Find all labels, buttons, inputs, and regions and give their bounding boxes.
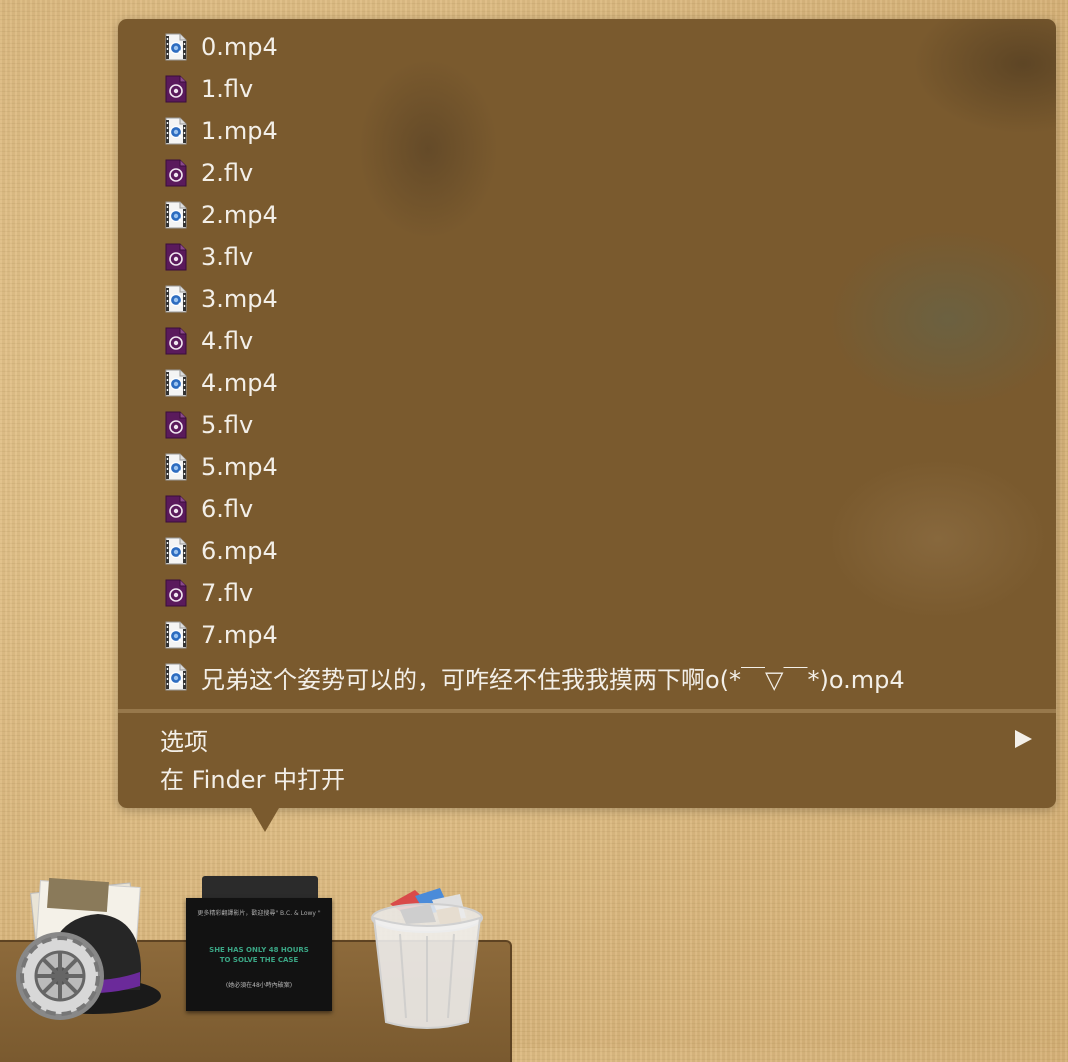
file-item[interactable]: 2.flv xyxy=(164,153,253,193)
file-item[interactable]: 5.flv xyxy=(164,405,253,445)
file-name: 7.flv xyxy=(201,579,254,607)
trash-full-icon[interactable] xyxy=(370,882,485,1030)
quicktime-movie-icon xyxy=(164,33,188,61)
file-item[interactable]: 3.flv xyxy=(164,237,253,277)
file-item[interactable]: 7.flv xyxy=(164,573,253,613)
file-item[interactable]: 7.mp4 xyxy=(164,615,278,655)
file-name: 2.flv xyxy=(201,159,254,187)
file-name: 6.mp4 xyxy=(201,537,278,565)
open-in-finder-menu-item[interactable]: 在 Finder 中打开 xyxy=(160,762,345,798)
file-name: 4.flv xyxy=(201,327,254,355)
quicktime-movie-icon xyxy=(164,663,188,691)
file-name: 0.mp4 xyxy=(201,33,278,61)
poster-text-4: (她必須在48小時內破案) xyxy=(225,982,293,989)
file-item[interactable]: 6.mp4 xyxy=(164,531,278,571)
file-name: 1.mp4 xyxy=(201,117,278,145)
file-name: 7.mp4 xyxy=(201,621,278,649)
open-in-finder-label: 在 Finder 中打开 xyxy=(160,766,346,794)
file-name: 3.flv xyxy=(201,243,254,271)
flv-video-icon xyxy=(164,75,188,103)
flv-video-icon xyxy=(164,159,188,187)
flv-video-icon xyxy=(164,243,188,271)
file-item[interactable]: 2.mp4 xyxy=(164,195,278,235)
file-name: 6.flv xyxy=(201,495,254,523)
file-name: 5.flv xyxy=(201,411,254,439)
file-name: 5.mp4 xyxy=(201,453,278,481)
quicktime-movie-icon xyxy=(164,285,188,313)
file-item[interactable]: 4.flv xyxy=(164,321,253,361)
file-name: 1.flv xyxy=(201,75,254,103)
file-item[interactable]: 兄弟这个姿势可以的，可咋经不住我我摸两下啊o(*￣▽￣*)o.mp4 xyxy=(164,657,905,697)
flv-video-icon xyxy=(164,495,188,523)
file-item[interactable]: 4.mp4 xyxy=(164,363,278,403)
flv-video-icon xyxy=(164,411,188,439)
folder-stack-icon[interactable]: 更多精彩翻譯影片，歡迎搜尋" B.C. & Lowy " SHE HAS ONL… xyxy=(186,876,334,1014)
quicktime-movie-icon xyxy=(164,201,188,229)
stack-popup: 0.mp4 1.flv 1.mp4 2.flv 2.mp4 3.flv 3.mp4 4.flv… xyxy=(118,19,1056,808)
file-item[interactable]: 6.flv xyxy=(164,489,253,529)
file-name: 3.mp4 xyxy=(201,285,278,313)
file-item[interactable]: 0.mp4 xyxy=(164,27,278,67)
folder-front: 更多精彩翻譯影片，歡迎搜尋" B.C. & Lowy " SHE HAS ONL… xyxy=(186,898,332,1011)
flv-video-icon xyxy=(164,327,188,355)
file-item[interactable]: 5.mp4 xyxy=(164,447,278,487)
quicktime-movie-icon xyxy=(164,621,188,649)
quicktime-movie-icon xyxy=(164,537,188,565)
file-item[interactable]: 1.mp4 xyxy=(164,111,278,151)
poster-text-2: SHE HAS ONLY 48 HOURS xyxy=(209,946,309,954)
file-name: 2.mp4 xyxy=(201,201,278,229)
flv-video-icon xyxy=(164,579,188,607)
poster-text-1: 更多精彩翻譯影片，歡迎搜尋" B.C. & Lowy " xyxy=(197,910,321,917)
file-name: 4.mp4 xyxy=(201,369,278,397)
file-item[interactable]: 3.mp4 xyxy=(164,279,278,319)
alfred-bowler-hat-icon[interactable] xyxy=(8,877,168,1023)
quicktime-movie-icon xyxy=(164,453,188,481)
quicktime-movie-icon xyxy=(164,117,188,145)
menu-separator xyxy=(118,709,1056,713)
popup-pointer xyxy=(251,808,279,832)
poster-text-3: TO SOLVE THE CASE xyxy=(219,956,299,964)
file-name: 兄弟这个姿势可以的，可咋经不住我我摸两下啊o(*￣▽￣*)o.mp4 xyxy=(201,665,905,694)
options-menu-item[interactable]: 选项 xyxy=(160,724,208,760)
options-label: 选项 xyxy=(160,728,208,756)
file-item[interactable]: 1.flv xyxy=(164,69,253,109)
quicktime-movie-icon xyxy=(164,369,188,397)
submenu-arrow-icon xyxy=(1015,730,1032,748)
